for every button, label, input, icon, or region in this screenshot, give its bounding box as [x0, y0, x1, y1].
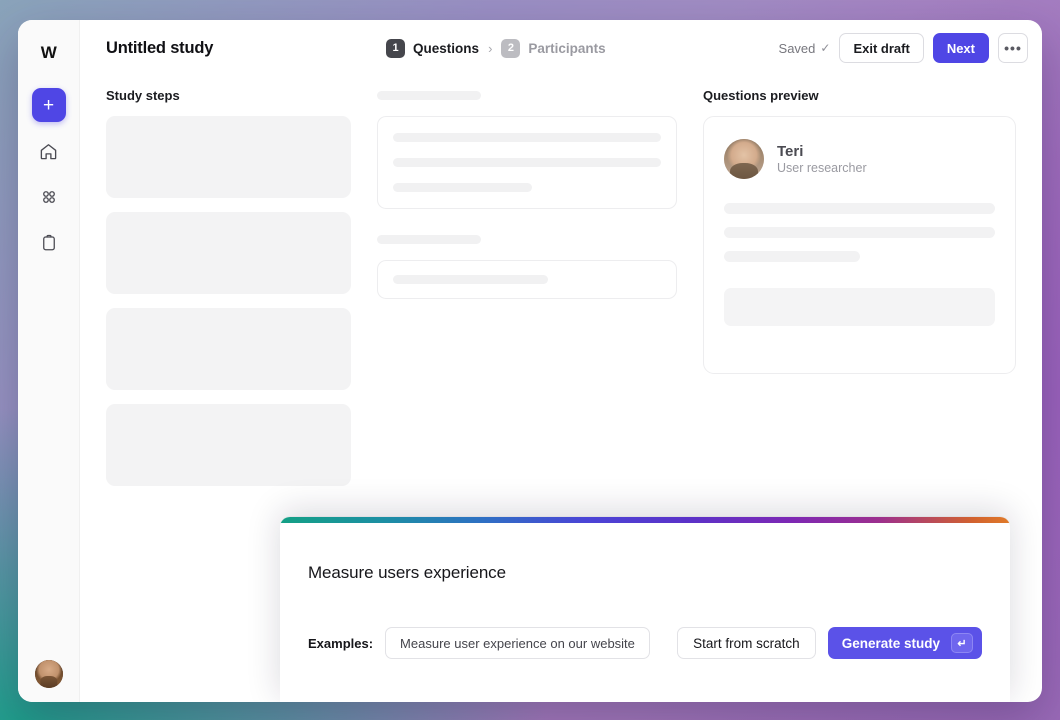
preview-skeleton-line: [724, 251, 860, 262]
step-placeholder[interactable]: [106, 404, 351, 486]
topbar: Untitled study 1 Questions › 2 Participa…: [80, 20, 1042, 76]
sidebar-item-studies[interactable]: [32, 226, 66, 260]
desktop-backdrop: W +: [0, 0, 1060, 720]
skeleton-card: [377, 116, 677, 209]
example-chip[interactable]: Measure user experience on our website: [385, 627, 650, 659]
plus-icon: +: [43, 96, 54, 115]
skeleton-line: [393, 133, 661, 142]
generate-study-modal: Measure users experience Examples: Measu…: [280, 517, 1010, 702]
brand-logo-label: W: [41, 43, 57, 63]
breadcrumb-step-questions[interactable]: 1 Questions: [386, 39, 479, 58]
enter-key-icon: ↵: [951, 633, 973, 653]
study-steps-heading: Study steps: [106, 88, 351, 103]
preview-skeleton-box: [724, 288, 995, 326]
modal-body: Measure users experience Examples: Measu…: [280, 523, 1010, 702]
breadcrumb: 1 Questions › 2 Participants: [225, 39, 766, 58]
exit-draft-button[interactable]: Exit draft: [839, 33, 923, 63]
skeleton-label: [377, 235, 481, 244]
page-title[interactable]: Untitled study: [106, 39, 213, 58]
skeleton-line: [393, 158, 661, 167]
sidebar: W +: [18, 20, 80, 702]
breadcrumb-step-participants[interactable]: 2 Participants: [501, 39, 605, 58]
persona-text: Teri User researcher: [777, 143, 867, 176]
ellipsis-icon: •••: [1004, 40, 1022, 56]
step-label: Participants: [528, 41, 605, 56]
check-icon: ✓: [820, 41, 830, 55]
generate-study-button[interactable]: Generate study ↵: [828, 627, 982, 659]
avatar-image: [35, 660, 63, 688]
skeleton-card: [377, 260, 677, 299]
saved-label: Saved: [779, 41, 816, 56]
preview-skeleton-line: [724, 227, 995, 238]
next-button[interactable]: Next: [933, 33, 989, 63]
sidebar-item-apps[interactable]: [32, 180, 66, 214]
step-placeholder[interactable]: [106, 308, 351, 390]
topbar-actions: Saved ✓ Exit draft Next •••: [779, 33, 1028, 63]
questions-preview-heading: Questions preview: [703, 88, 1016, 103]
persona-name: Teri: [777, 143, 867, 162]
step-number-badge: 2: [501, 39, 520, 58]
preview-skeleton-line: [724, 203, 995, 214]
chevron-right-icon: ›: [488, 41, 492, 56]
brand-logo[interactable]: W: [32, 36, 66, 70]
step-label: Questions: [413, 41, 479, 56]
persona-avatar-image: [724, 139, 764, 179]
home-icon: [39, 142, 58, 161]
grid-icon: [40, 188, 58, 206]
app-window: W +: [18, 20, 1042, 702]
main-area: Untitled study 1 Questions › 2 Participa…: [80, 20, 1042, 702]
skeleton-line: [393, 183, 532, 192]
step-placeholder[interactable]: [106, 212, 351, 294]
clipboard-icon: [40, 234, 58, 252]
skeleton-label: [377, 91, 481, 100]
status-badge: Saved ✓: [779, 41, 831, 56]
examples-label: Examples:: [308, 636, 373, 651]
sidebar-item-home[interactable]: [32, 134, 66, 168]
sidebar-item-new[interactable]: +: [32, 88, 66, 122]
more-options-button[interactable]: •••: [998, 33, 1028, 63]
persona: Teri User researcher: [724, 139, 995, 179]
persona-role: User researcher: [777, 161, 867, 175]
start-from-scratch-button[interactable]: Start from scratch: [677, 627, 816, 659]
preview-card: Teri User researcher: [703, 116, 1016, 374]
step-placeholder[interactable]: [106, 116, 351, 198]
generate-study-label: Generate study: [842, 636, 940, 651]
persona-avatar: [724, 139, 764, 179]
avatar[interactable]: [35, 660, 63, 688]
step-number-badge: 1: [386, 39, 405, 58]
skeleton-line: [393, 275, 548, 284]
modal-footer: Examples: Measure user experience on our…: [308, 627, 982, 659]
modal-prompt-input[interactable]: Measure users experience: [308, 563, 982, 583]
